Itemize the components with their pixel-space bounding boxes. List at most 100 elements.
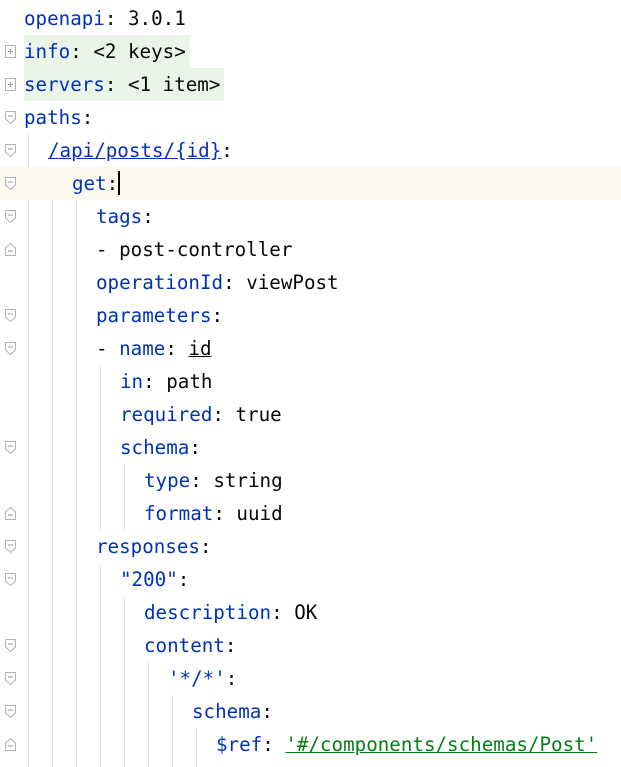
- code-line[interactable]: responses:: [0, 530, 621, 563]
- ref-value-link[interactable]: '#/components/schemas/Post': [285, 733, 597, 756]
- yaml-separator: :: [224, 634, 237, 657]
- list-dash: -: [96, 337, 120, 360]
- yaml-key: type: [144, 469, 191, 492]
- yaml-value: 3.0.1: [127, 7, 186, 30]
- yaml-value: post-controller: [119, 238, 293, 261]
- yaml-value: path: [166, 370, 213, 393]
- code-line[interactable]: tags:: [0, 200, 621, 233]
- plus-box-icon[interactable]: [4, 77, 17, 92]
- code-line[interactable]: openapi: 3.0.1: [0, 2, 621, 35]
- yaml-value: string: [213, 469, 283, 492]
- yaml-separator: :: [81, 106, 94, 129]
- yaml-separator: :: [104, 7, 128, 30]
- fold-open-icon[interactable]: [4, 539, 17, 554]
- yaml-separator: :: [261, 700, 273, 723]
- fold-open-icon[interactable]: [4, 176, 17, 191]
- yaml-key: paths: [24, 106, 82, 129]
- yaml-value: id: [188, 337, 212, 360]
- code-line[interactable]: schema:: [0, 431, 621, 464]
- yaml-separator: :: [142, 205, 154, 228]
- yaml-separator: :: [223, 271, 247, 294]
- fold-open-icon[interactable]: [4, 341, 17, 356]
- yaml-separator: :: [211, 304, 224, 327]
- yaml-separator: :: [271, 601, 295, 624]
- yaml-separator: :: [165, 337, 189, 360]
- yaml-separator: :: [177, 568, 190, 591]
- fold-end-icon[interactable]: [4, 506, 17, 521]
- yaml-separator: :: [262, 733, 286, 756]
- code-line[interactable]: content:: [0, 629, 621, 662]
- yaml-value: uuid: [236, 502, 283, 525]
- yaml-key: tags: [96, 205, 143, 228]
- plus-box-icon[interactable]: [4, 44, 17, 59]
- fold-end-icon[interactable]: [4, 737, 17, 752]
- yaml-key: "200": [120, 568, 178, 591]
- yaml-key: responses: [96, 535, 200, 558]
- yaml-key: schema: [192, 700, 262, 723]
- yaml-value: viewPost: [246, 271, 339, 294]
- yaml-key: info: [24, 40, 71, 63]
- code-line[interactable]: required: true: [0, 398, 621, 431]
- yaml-key: parameters: [96, 304, 212, 327]
- yaml-key: servers: [24, 73, 105, 96]
- yaml-separator: :: [104, 73, 128, 96]
- fold-open-icon[interactable]: [4, 671, 17, 686]
- yaml-key: description: [144, 601, 272, 624]
- code-line[interactable]: description: OK: [0, 596, 621, 629]
- yaml-key: openapi: [24, 7, 105, 30]
- code-line[interactable]: $ref: '#/components/schemas/Post': [0, 728, 621, 761]
- yaml-separator: :: [212, 403, 236, 426]
- code-line[interactable]: "200":: [0, 563, 621, 596]
- yaml-key: required: [120, 403, 213, 426]
- fold-open-icon[interactable]: [4, 572, 17, 587]
- yaml-key: content: [144, 634, 225, 657]
- yaml-separator: :: [221, 139, 233, 162]
- yaml-key: '*/*': [168, 667, 226, 690]
- yaml-separator: :: [225, 667, 238, 690]
- yaml-separator: :: [189, 436, 201, 459]
- fold-open-icon[interactable]: [4, 440, 17, 455]
- yaml-value: true: [235, 403, 282, 426]
- code-line[interactable]: schema:: [0, 695, 621, 728]
- path-key-link[interactable]: /api/posts/{id}: [48, 139, 221, 162]
- code-line[interactable]: operationId: viewPost: [0, 266, 621, 299]
- yaml-key: operationId: [96, 271, 224, 294]
- code-line[interactable]: - post-controller: [0, 233, 621, 266]
- fold-open-icon[interactable]: [4, 638, 17, 653]
- code-line[interactable]: servers: <1 item>: [0, 68, 621, 101]
- code-line[interactable]: paths:: [0, 101, 621, 134]
- yaml-key: in: [120, 370, 144, 393]
- yaml-key: $ref: [216, 733, 263, 756]
- fold-open-icon[interactable]: [4, 110, 17, 125]
- yaml-editor[interactable]: openapi: 3.0.1 info: <2 keys> servers: <…: [0, 0, 621, 767]
- text-caret: [118, 171, 121, 195]
- fold-open-icon[interactable]: [4, 704, 17, 719]
- folded-placeholder[interactable]: <2 keys>: [93, 40, 185, 63]
- code-line[interactable]: type: string: [0, 464, 621, 497]
- yaml-key: get: [72, 172, 107, 195]
- yaml-value: OK: [294, 601, 318, 624]
- yaml-key: name: [119, 337, 166, 360]
- code-line[interactable]: parameters:: [0, 299, 621, 332]
- yaml-separator: :: [213, 502, 237, 525]
- yaml-separator: :: [106, 172, 119, 195]
- fold-open-icon[interactable]: [4, 209, 17, 224]
- folded-placeholder[interactable]: <1 item>: [128, 73, 220, 96]
- yaml-separator: :: [70, 40, 94, 63]
- fold-end-icon[interactable]: [4, 242, 17, 257]
- list-dash: -: [96, 238, 120, 261]
- code-line[interactable]: info: <2 keys>: [0, 35, 621, 68]
- code-line[interactable]: in: path: [0, 365, 621, 398]
- yaml-key: schema: [120, 436, 190, 459]
- code-line[interactable]: '*/*':: [0, 662, 621, 695]
- yaml-separator: :: [190, 469, 214, 492]
- code-line[interactable]: - name: id: [0, 332, 621, 365]
- yaml-separator: :: [199, 535, 212, 558]
- yaml-separator: :: [143, 370, 167, 393]
- yaml-key: format: [144, 502, 214, 525]
- code-line[interactable]: /api/posts/{id}:: [0, 134, 621, 167]
- current-code-line[interactable]: get:: [0, 167, 621, 200]
- code-line[interactable]: format: uuid: [0, 497, 621, 530]
- fold-open-icon[interactable]: [4, 143, 17, 158]
- fold-open-icon[interactable]: [4, 308, 17, 323]
